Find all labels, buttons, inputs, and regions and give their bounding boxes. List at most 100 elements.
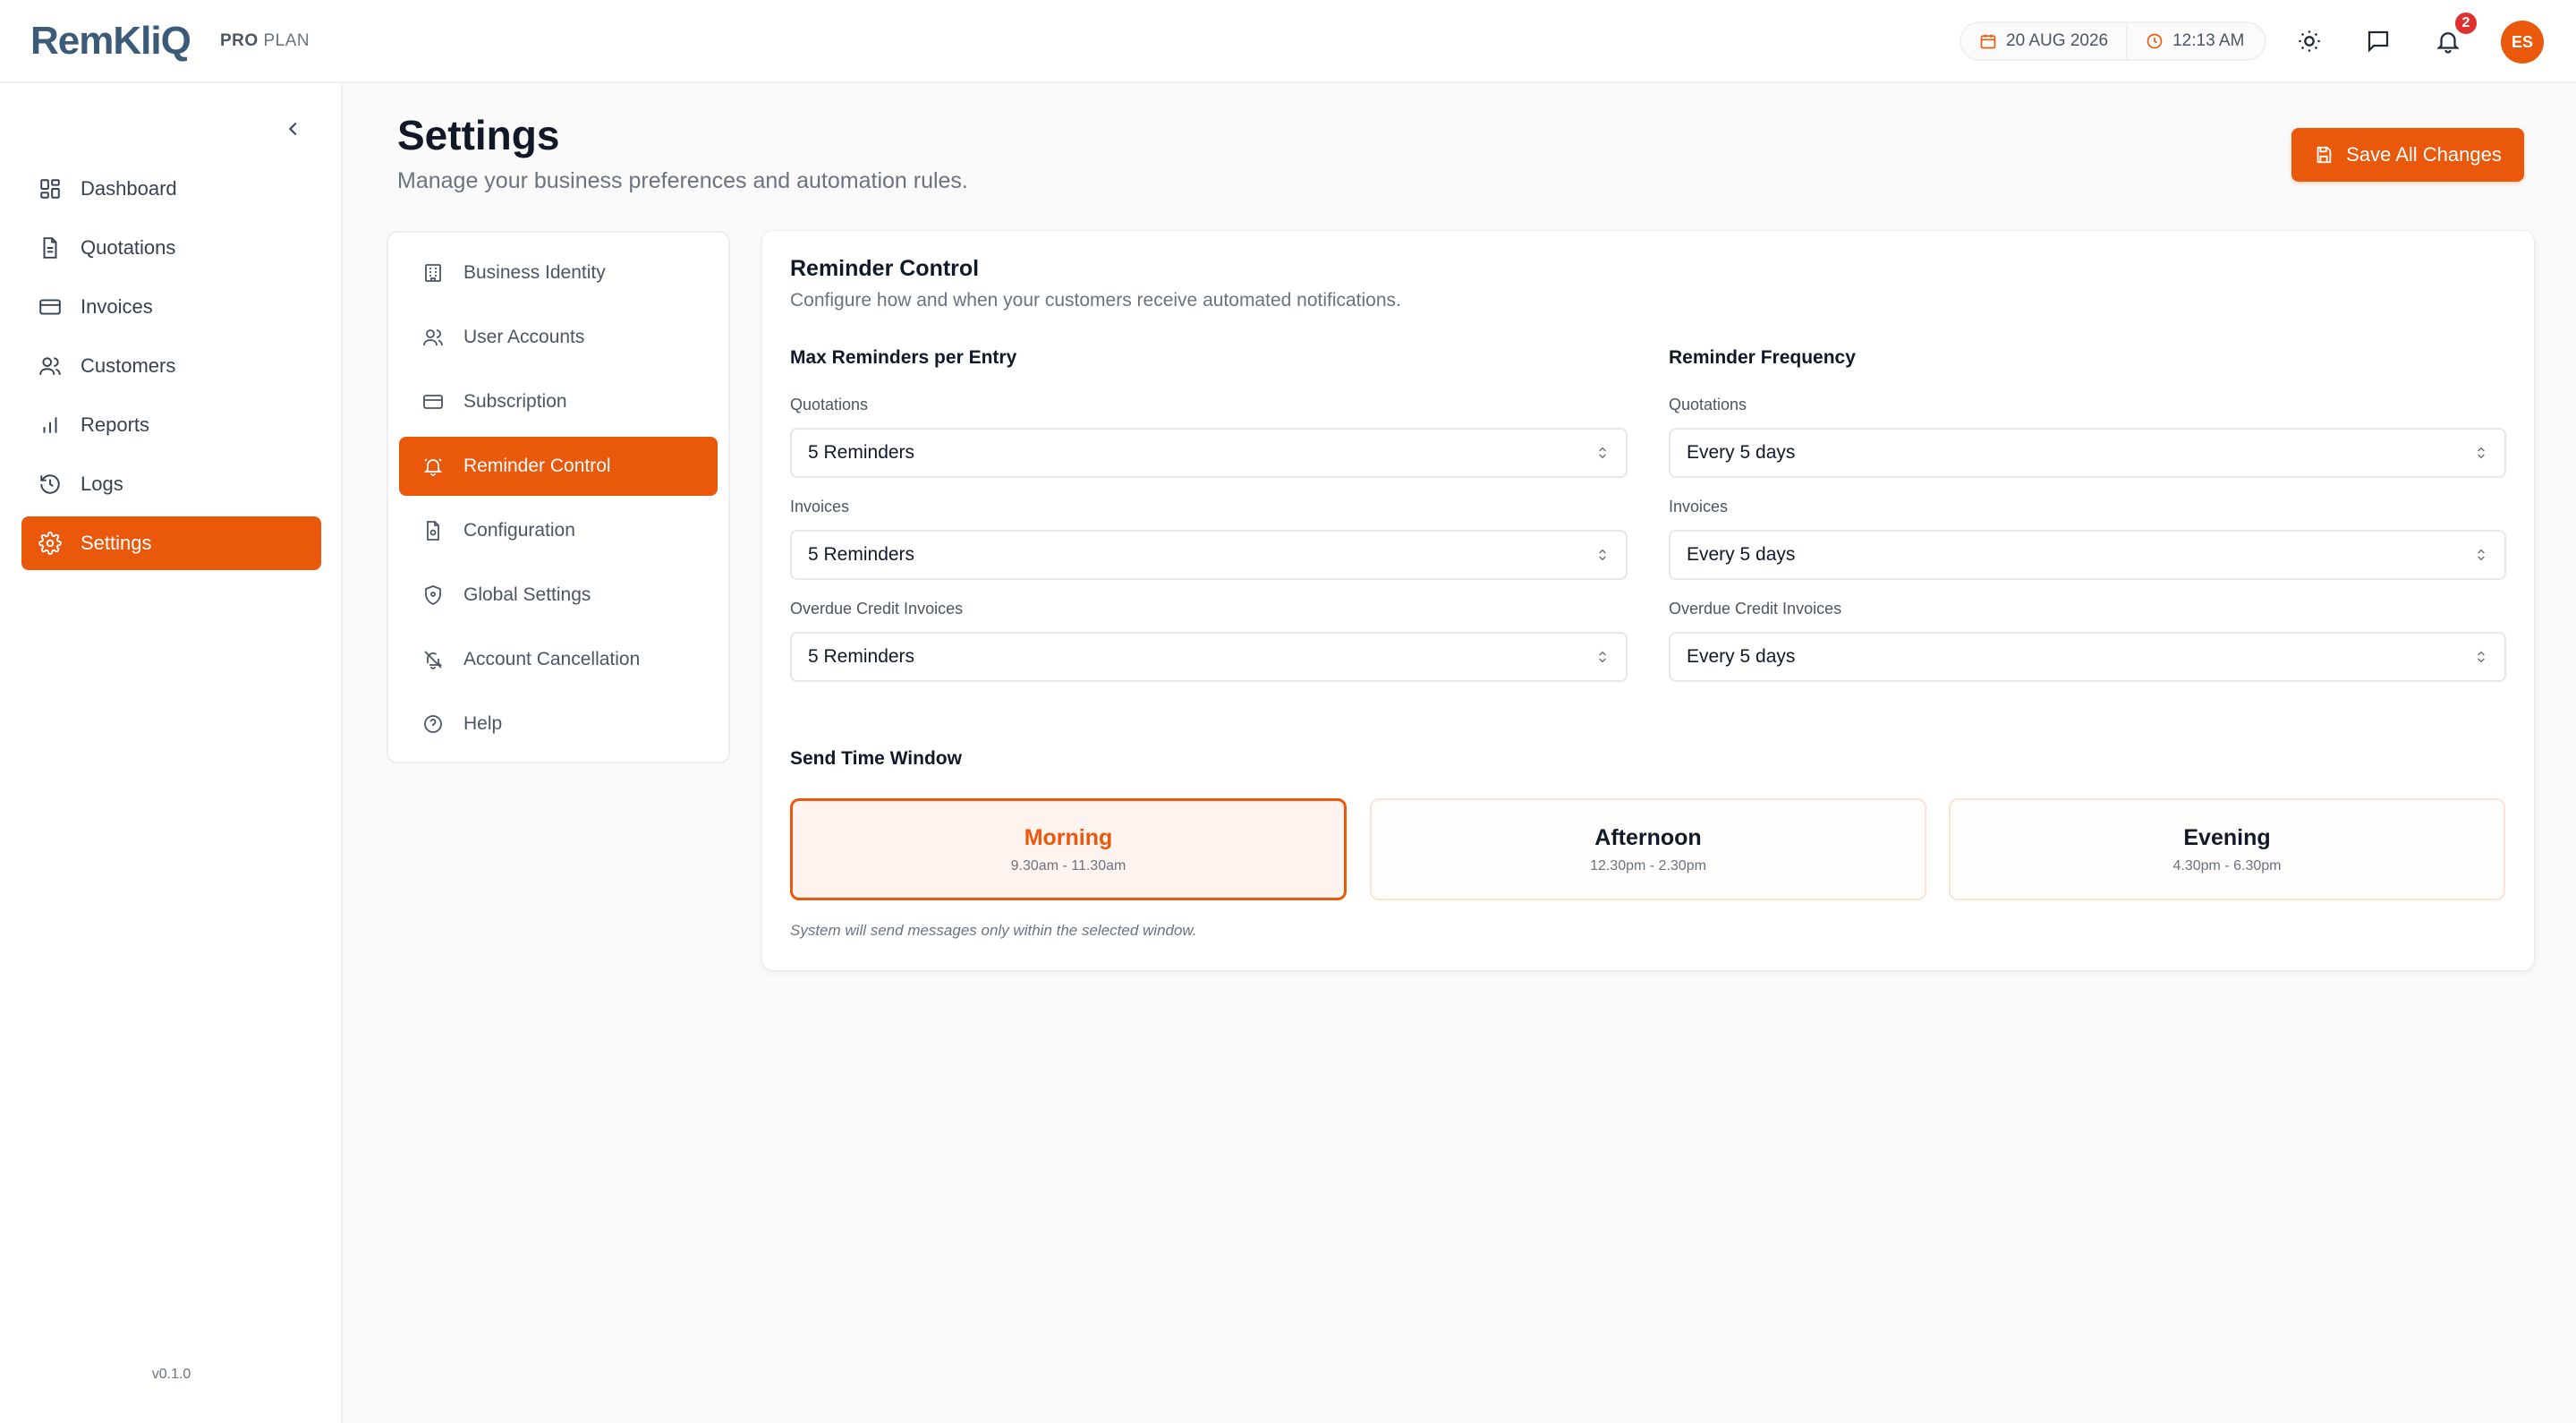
time-window-footnote: System will send messages only within th… xyxy=(790,922,1197,939)
plan-tier: PRO xyxy=(220,31,259,50)
settings-item-label: Subscription xyxy=(463,391,567,412)
chevron-up-down-icon xyxy=(2474,548,2488,562)
dashboard-icon xyxy=(38,176,63,201)
time-window-name: Afternoon xyxy=(1594,824,1702,850)
settings-item-business-identity[interactable]: Business Identity xyxy=(399,243,718,302)
sidebar-item-settings[interactable]: Settings xyxy=(21,516,321,570)
max-reminders-overdue-select[interactable]: 5 Reminders xyxy=(790,632,1628,682)
max-reminders-invoices-select[interactable]: 5 Reminders xyxy=(790,530,1628,580)
users-icon xyxy=(422,327,444,348)
settings-item-label: Help xyxy=(463,713,503,734)
max-reminders-quotations-select[interactable]: 5 Reminders xyxy=(790,428,1628,478)
time-window-range: 4.30pm - 6.30pm xyxy=(2172,857,2282,873)
avatar[interactable]: ES xyxy=(2501,21,2544,64)
chevron-up-down-icon xyxy=(1595,446,1610,460)
card-title: Reminder Control xyxy=(790,256,980,281)
card-icon xyxy=(38,294,63,320)
card-icon xyxy=(422,391,444,413)
settings-item-subscription[interactable]: Subscription xyxy=(399,372,718,431)
send-time-window-heading: Send Time Window xyxy=(790,748,962,769)
settings-item-label: Configuration xyxy=(463,520,575,541)
select-value: Every 5 days xyxy=(1687,646,1796,667)
settings-item-account-cancellation[interactable]: Account Cancellation xyxy=(399,630,718,689)
field-label: Overdue Credit Invoices xyxy=(790,600,964,618)
time-window-afternoon[interactable]: Afternoon 12.30pm - 2.30pm xyxy=(1370,798,1926,900)
sun-icon xyxy=(2297,29,2322,54)
time-window-name: Morning xyxy=(1024,824,1113,850)
settings-item-reminder-control[interactable]: Reminder Control xyxy=(399,437,718,496)
settings-item-configuration[interactable]: Configuration xyxy=(399,501,718,560)
date-text: 20 AUG 2026 xyxy=(2006,31,2109,50)
notification-badge: 2 xyxy=(2453,11,2478,36)
chevron-up-down-icon xyxy=(2474,446,2488,460)
sidebar-item-reports[interactable]: Reports xyxy=(21,398,321,452)
logo[interactable]: RemKliQ xyxy=(30,18,191,64)
bar-chart-icon xyxy=(38,413,63,438)
collapse-sidebar-button[interactable] xyxy=(280,115,307,142)
date-time-display: 20 AUG 2026 12:13 AM xyxy=(1960,21,2266,61)
sidebar-item-invoices[interactable]: Invoices xyxy=(21,280,321,334)
select-value: Every 5 days xyxy=(1687,544,1796,565)
reminder-frequency-heading: Reminder Frequency xyxy=(1669,347,1856,368)
history-icon xyxy=(38,472,63,497)
sidebar-item-customers[interactable]: Customers xyxy=(21,339,321,393)
messages-button[interactable] xyxy=(2362,25,2394,57)
sidebar-item-label: Customers xyxy=(81,354,176,377)
theme-toggle-button[interactable] xyxy=(2293,25,2325,57)
sidebar-item-label: Reports xyxy=(81,413,150,436)
sidebar-item-label: Quotations xyxy=(81,236,176,259)
users-icon xyxy=(38,354,63,379)
logo-text: RemKliQ xyxy=(30,19,191,63)
select-value: 5 Reminders xyxy=(808,646,915,667)
version-label: v0.1.0 xyxy=(151,1367,191,1382)
sidebar-item-quotations[interactable]: Quotations xyxy=(21,221,321,275)
save-all-changes-button[interactable]: Save All Changes xyxy=(2291,128,2524,182)
settings-item-label: Business Identity xyxy=(463,262,606,283)
page-subtitle: Manage your business preferences and aut… xyxy=(397,168,968,193)
sidebar-item-label: Settings xyxy=(81,532,152,554)
time-display: 12:13 AM xyxy=(2128,31,2262,51)
settings-item-user-accounts[interactable]: User Accounts xyxy=(399,308,718,367)
field-label: Invoices xyxy=(790,498,850,516)
time-window-range: 9.30am - 11.30am xyxy=(1010,857,1126,873)
frequency-quotations-select[interactable]: Every 5 days xyxy=(1669,428,2506,478)
field-label: Quotations xyxy=(790,396,869,413)
calendar-icon xyxy=(1979,32,1997,50)
settings-item-label: Reminder Control xyxy=(463,456,611,476)
page-title: Settings xyxy=(397,112,560,158)
time-window-evening[interactable]: Evening 4.30pm - 6.30pm xyxy=(1949,798,2505,900)
sidebar: Dashboard Quotations Invoices Customers … xyxy=(0,83,343,1423)
sidebar-item-label: Logs xyxy=(81,473,123,495)
chevron-up-down-icon xyxy=(1595,650,1610,664)
main-nav: Dashboard Quotations Invoices Customers … xyxy=(21,162,321,575)
select-value: 5 Reminders xyxy=(808,544,915,565)
select-value: 5 Reminders xyxy=(808,442,915,463)
plan-label: PRO PLAN xyxy=(220,31,310,51)
settings-item-global-settings[interactable]: Global Settings xyxy=(399,566,718,625)
chevron-up-down-icon xyxy=(2474,650,2488,664)
field-label: Invoices xyxy=(1669,498,1729,516)
time-window-morning[interactable]: Morning 9.30am - 11.30am xyxy=(790,798,1347,900)
settings-item-help[interactable]: Help xyxy=(399,694,718,754)
time-window-name: Evening xyxy=(2183,824,2271,850)
frequency-overdue-select[interactable]: Every 5 days xyxy=(1669,632,2506,682)
time-text: 12:13 AM xyxy=(2172,31,2245,50)
plan-suffix: PLAN xyxy=(263,31,310,50)
settings-item-label: Global Settings xyxy=(463,584,591,605)
settings-menu: Business Identity User Accounts Subscrip… xyxy=(387,231,730,763)
sidebar-item-dashboard[interactable]: Dashboard xyxy=(21,162,321,216)
settings-item-label: User Accounts xyxy=(463,327,585,347)
frequency-invoices-select[interactable]: Every 5 days xyxy=(1669,530,2506,580)
cancel-icon xyxy=(422,649,444,670)
clock-icon xyxy=(2146,32,2164,50)
max-reminders-heading: Max Reminders per Entry xyxy=(790,347,1017,368)
building-icon xyxy=(422,262,444,284)
file-settings-icon xyxy=(422,520,444,541)
sidebar-item-label: Dashboard xyxy=(81,177,177,200)
sidebar-item-logs[interactable]: Logs xyxy=(21,457,321,511)
field-label: Overdue Credit Invoices xyxy=(1669,600,1842,618)
help-icon xyxy=(422,713,444,735)
date-display: 20 AUG 2026 xyxy=(1961,31,2126,51)
card-subtitle: Configure how and when your customers re… xyxy=(790,290,1401,311)
gear-icon xyxy=(38,531,63,556)
